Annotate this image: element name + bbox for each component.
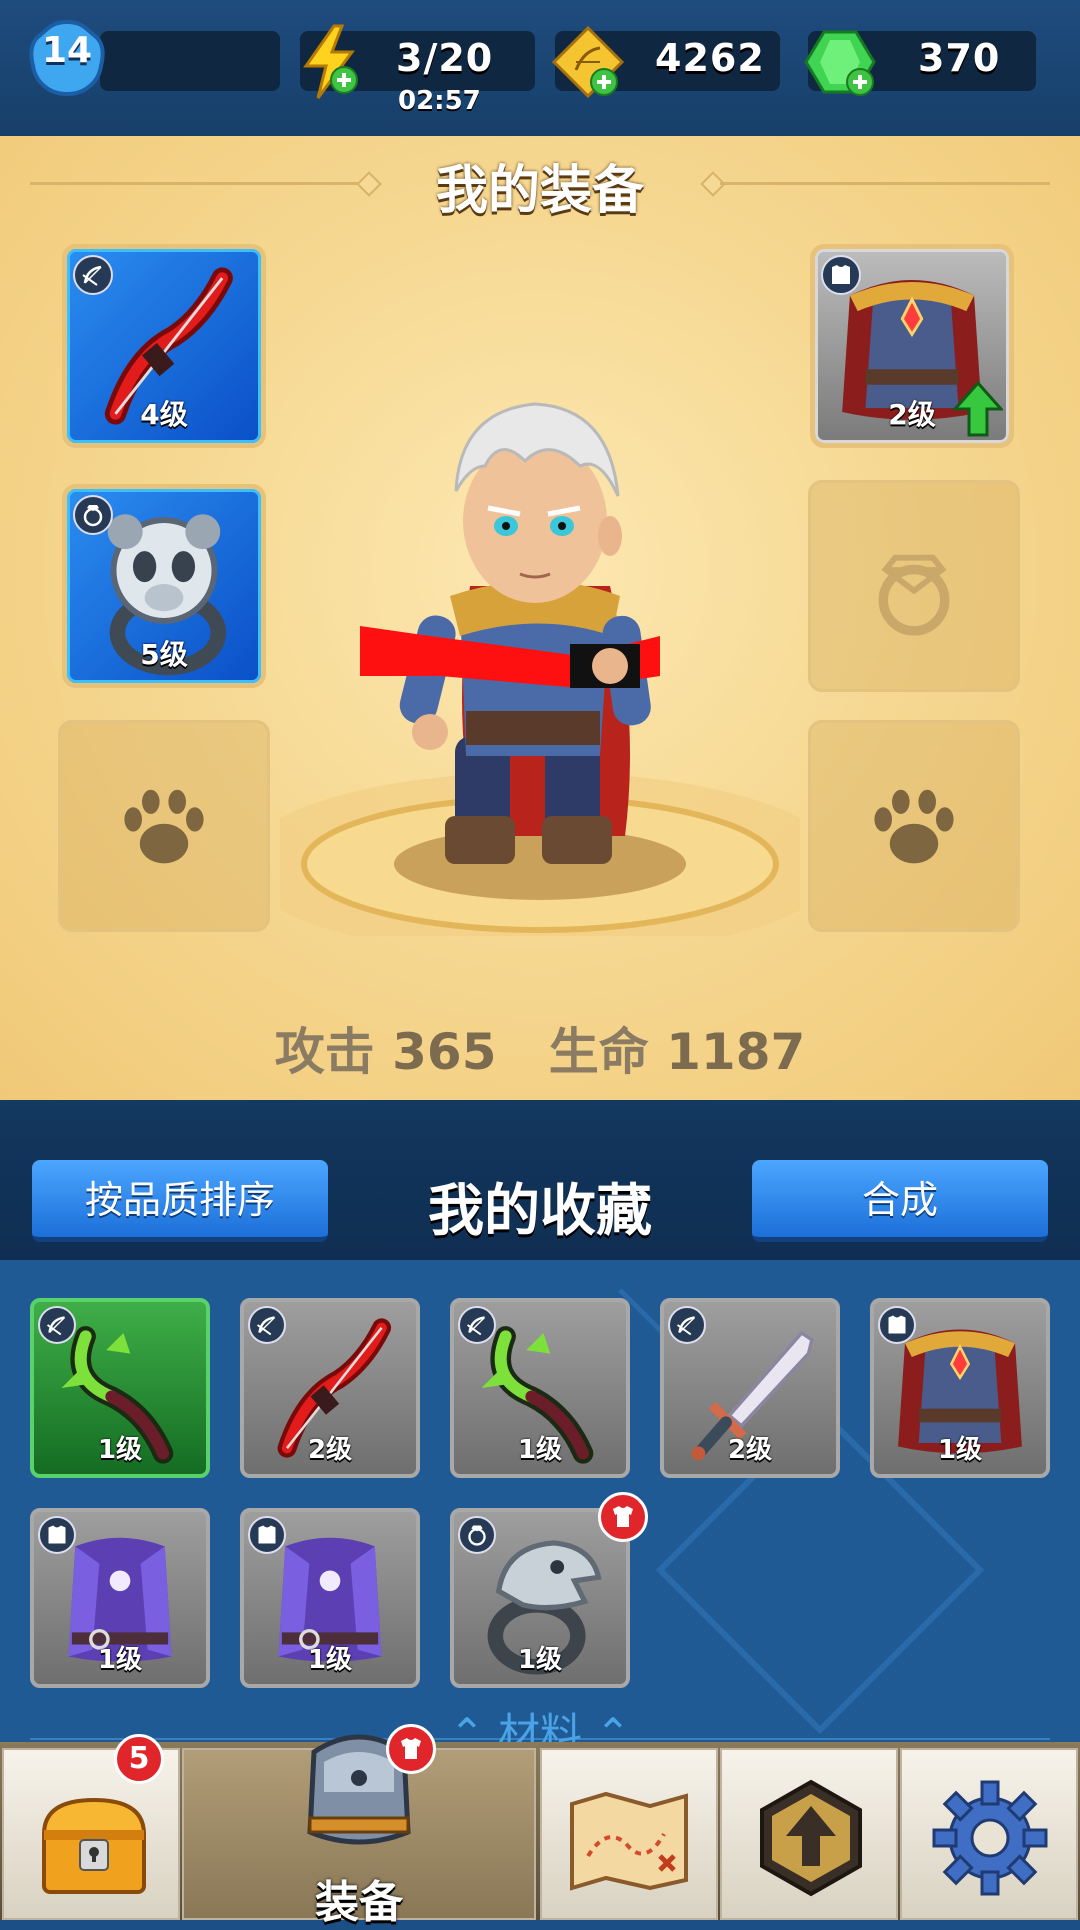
merge-button[interactable]: 合成 <box>752 1160 1048 1242</box>
shirt-icon <box>613 1506 633 1527</box>
armor-type-icon <box>821 255 861 295</box>
new-item-badge <box>598 1492 648 1542</box>
hero-stats: 攻击 365 生命 1187 <box>0 1012 1080 1084</box>
hero-character <box>240 316 840 956</box>
bow-type-icon <box>38 1306 76 1344</box>
bow-type-icon <box>73 255 113 295</box>
weapon-slot[interactable]: 4级 <box>62 244 266 448</box>
collection-item[interactable]: 2级 <box>660 1298 840 1478</box>
item-level: 2级 <box>307 1435 353 1465</box>
tab-map[interactable] <box>540 1748 718 1920</box>
collection-item[interactable]: 1级 <box>240 1508 420 1688</box>
bottom-nav: 5 <box>0 1724 1080 1920</box>
upgrade-hexagon-icon <box>760 1779 862 1897</box>
item-level: 1级 <box>937 1435 983 1465</box>
shirt-icon <box>401 1738 421 1759</box>
weapon-level: 4级 <box>140 398 188 431</box>
tab-upgrade[interactable] <box>720 1748 898 1920</box>
gold-plus-icon[interactable] <box>548 22 628 102</box>
ring-level: 5级 <box>140 638 188 671</box>
lightning-plus-icon[interactable] <box>290 22 370 102</box>
equipment-new-badge <box>386 1724 436 1774</box>
item-level: 2级 <box>727 1435 773 1465</box>
bow-type-icon <box>668 1306 706 1344</box>
equipment-tab-label: 装备 <box>315 1877 403 1928</box>
item-level: 1级 <box>97 1435 143 1465</box>
hp-value: 1187 <box>666 1023 806 1081</box>
collection-item[interactable]: 1级 <box>30 1298 210 1478</box>
upgrade-arrow-icon <box>951 380 1005 437</box>
title-divider-right <box>720 182 1050 185</box>
gem-plus-icon[interactable] <box>800 22 880 102</box>
armor-slot[interactable]: 2级 <box>810 244 1014 448</box>
equipment-panel: 我的装备 4级 5级 2级 攻击 365 生命 1187 <box>0 136 1080 1100</box>
collection-header: 按品质排序 我的收藏 合成 <box>0 1100 1080 1260</box>
hp-label: 生命 <box>548 1023 649 1081</box>
player-level: 14 <box>41 30 93 71</box>
collection-item[interactable]: 1级 <box>870 1298 1050 1478</box>
armor-type-icon <box>248 1516 286 1554</box>
xp-bar <box>100 31 280 91</box>
item-level: 1级 <box>97 1645 143 1675</box>
pet-slot-1[interactable] <box>58 720 270 932</box>
item-level: 1级 <box>517 1645 563 1675</box>
bow-type-icon <box>248 1306 286 1344</box>
paw-icon <box>61 723 267 929</box>
energy-value: 3/20 <box>396 36 494 80</box>
ring-slot-1[interactable]: 5级 <box>62 484 266 688</box>
collection-grid: 1级 2级 1级 2级 1级 1级 1级 1级 <box>0 1260 1080 1760</box>
treasure-map-icon <box>570 1791 688 1891</box>
equipment-title: 我的装备 <box>435 161 644 221</box>
gems-value: 370 <box>918 36 1001 80</box>
gold-value: 4262 <box>655 36 765 80</box>
ring-outline-icon <box>811 483 1017 689</box>
ring-type-icon <box>73 495 113 535</box>
tab-settings[interactable] <box>900 1748 1078 1920</box>
item-level: 1级 <box>517 1435 563 1465</box>
gear-icon <box>932 1780 1048 1896</box>
ring-slot-2[interactable] <box>808 480 1020 692</box>
chest-count-badge: 5 <box>114 1734 164 1784</box>
resource-bar: 14 3/20 02:57 4262 370 <box>0 0 1080 136</box>
paw-icon <box>811 723 1017 929</box>
collection-item[interactable]: 1级 <box>450 1298 630 1478</box>
energy-timer: 02:57 <box>398 86 481 116</box>
armor-type-icon <box>878 1306 916 1344</box>
bow-type-icon <box>458 1306 496 1344</box>
attack-label: 攻击 <box>274 1023 375 1081</box>
collection-item[interactable]: 2级 <box>240 1298 420 1478</box>
collection-item[interactable]: 1级 <box>30 1508 210 1688</box>
pet-slot-2[interactable] <box>808 720 1020 932</box>
ring-type-icon <box>458 1516 496 1554</box>
item-level: 1级 <box>307 1645 353 1675</box>
treasure-chest-icon <box>41 1797 147 1894</box>
attack-value: 365 <box>392 1023 497 1081</box>
armor-type-icon <box>38 1516 76 1554</box>
